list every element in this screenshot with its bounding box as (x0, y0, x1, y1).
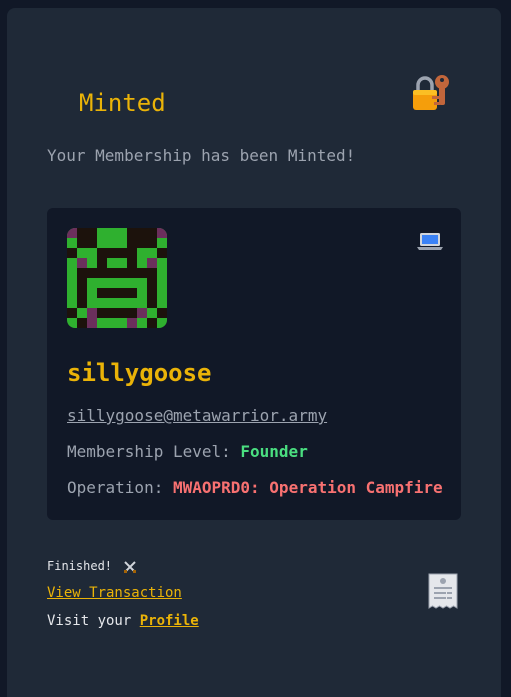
membership-level-label: Membership Level: (67, 442, 241, 461)
operation-value: MWAOPRD0: Operation Campfire (172, 478, 443, 497)
profile-link[interactable]: Profile (140, 613, 199, 629)
finished-status: Finished! (47, 558, 137, 574)
member-email: sillygoose@metawarrior.army (67, 406, 328, 425)
laptop-icon (417, 232, 443, 252)
visit-profile-text: Visit your Profile (47, 612, 199, 630)
crossed-swords-icon (123, 560, 137, 574)
minted-card: Minted Your Membership has been Minted! (7, 8, 501, 697)
membership-level-row: Membership Level: Founder (67, 442, 308, 462)
pixel-avatar (67, 228, 167, 328)
membership-card: sillygoose sillygoose@metawarrior.army M… (47, 208, 461, 520)
visit-text: Visit your (47, 613, 140, 629)
minted-message: Your Membership has been Minted! (47, 146, 356, 165)
receipt-icon (427, 573, 459, 611)
operation-label: Operation: (67, 478, 173, 497)
page-title: Minted (79, 89, 166, 117)
operation-row: Operation: MWAOPRD0: Operation Campfire (67, 478, 443, 498)
finished-text: Finished! (47, 559, 113, 573)
view-transaction-link[interactable]: View Transaction (47, 584, 182, 602)
membership-level-value: Founder (240, 442, 308, 461)
username: sillygoose (67, 359, 212, 387)
locked-with-key-icon (412, 74, 450, 112)
